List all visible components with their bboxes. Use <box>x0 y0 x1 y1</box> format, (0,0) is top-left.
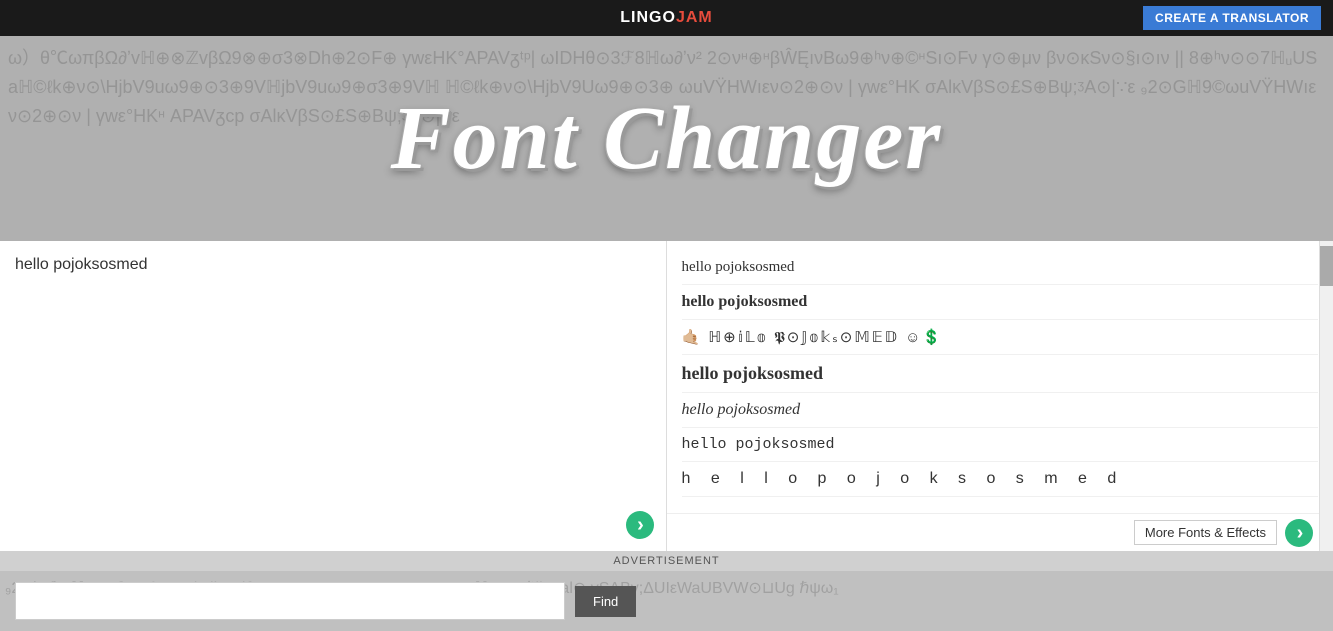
find-button[interactable]: Find <box>575 586 636 617</box>
scrollbar-thumb[interactable] <box>1320 246 1333 286</box>
font-result-4[interactable]: hello pojoksosmed <box>682 355 1319 393</box>
logo: LINGOJAM <box>620 9 712 27</box>
search-input[interactable] <box>15 582 565 620</box>
header: LINGOJAM CREATE A TRANSLATOR <box>0 0 1333 36</box>
font-result-5[interactable]: hello pojoksosmed <box>682 393 1319 428</box>
input-panel <box>0 241 667 551</box>
logo-jam: JAM <box>676 9 713 26</box>
main-content: hello pojoksosmed hello pojoksosmed 🤙🏼 ℍ… <box>0 241 1333 551</box>
hero-title: Font Changer <box>391 87 943 190</box>
font-result-7[interactable]: h e l l o p o j o k s o s m e d <box>682 462 1319 497</box>
left-convert-button[interactable] <box>626 511 654 539</box>
font-result-2[interactable]: hello pojoksosmed <box>682 285 1319 320</box>
right-bottom-bar: More Fonts & Effects <box>667 513 1333 551</box>
bottom-area: ₉2⊙ʰνℰ⊕ℍκS⊙βH•ʷ² ∕∧ Δ | νjbᵢsalθ⊙ νSABν;… <box>0 571 1333 631</box>
font-result-6[interactable]: hello pojoksosmed <box>682 428 1319 462</box>
hero-section: ω）θ℃ωπβΩ∂ʼvℍ⊕⊗ℤvβΩ9⊗⊕σ3⊗Dh⊕2⊙F⊕ γwεHK°AP… <box>0 36 1333 241</box>
advertisement-bar: ADVERTISEMENT <box>0 551 1333 571</box>
advertisement-label: ADVERTISEMENT <box>613 555 719 567</box>
scrollbar-track[interactable] <box>1319 241 1333 551</box>
right-scroll-button[interactable] <box>1285 519 1313 547</box>
font-result-3[interactable]: 🤙🏼 ℍ⊕𝕚𝕃𝕠 𝕻⊙𝕁𝕠𝕜ₛ⊙𝕄𝔼𝔻 ☺💲 <box>682 320 1319 355</box>
text-input[interactable] <box>15 256 651 536</box>
font-result-1[interactable]: hello pojoksosmed <box>682 251 1319 285</box>
more-fonts-button[interactable]: More Fonts & Effects <box>1134 520 1277 545</box>
logo-lingo: LINGO <box>620 9 676 26</box>
output-panel: hello pojoksosmed hello pojoksosmed 🤙🏼 ℍ… <box>667 241 1333 551</box>
create-translator-button[interactable]: CREATE A TRANSLATOR <box>1143 6 1321 30</box>
